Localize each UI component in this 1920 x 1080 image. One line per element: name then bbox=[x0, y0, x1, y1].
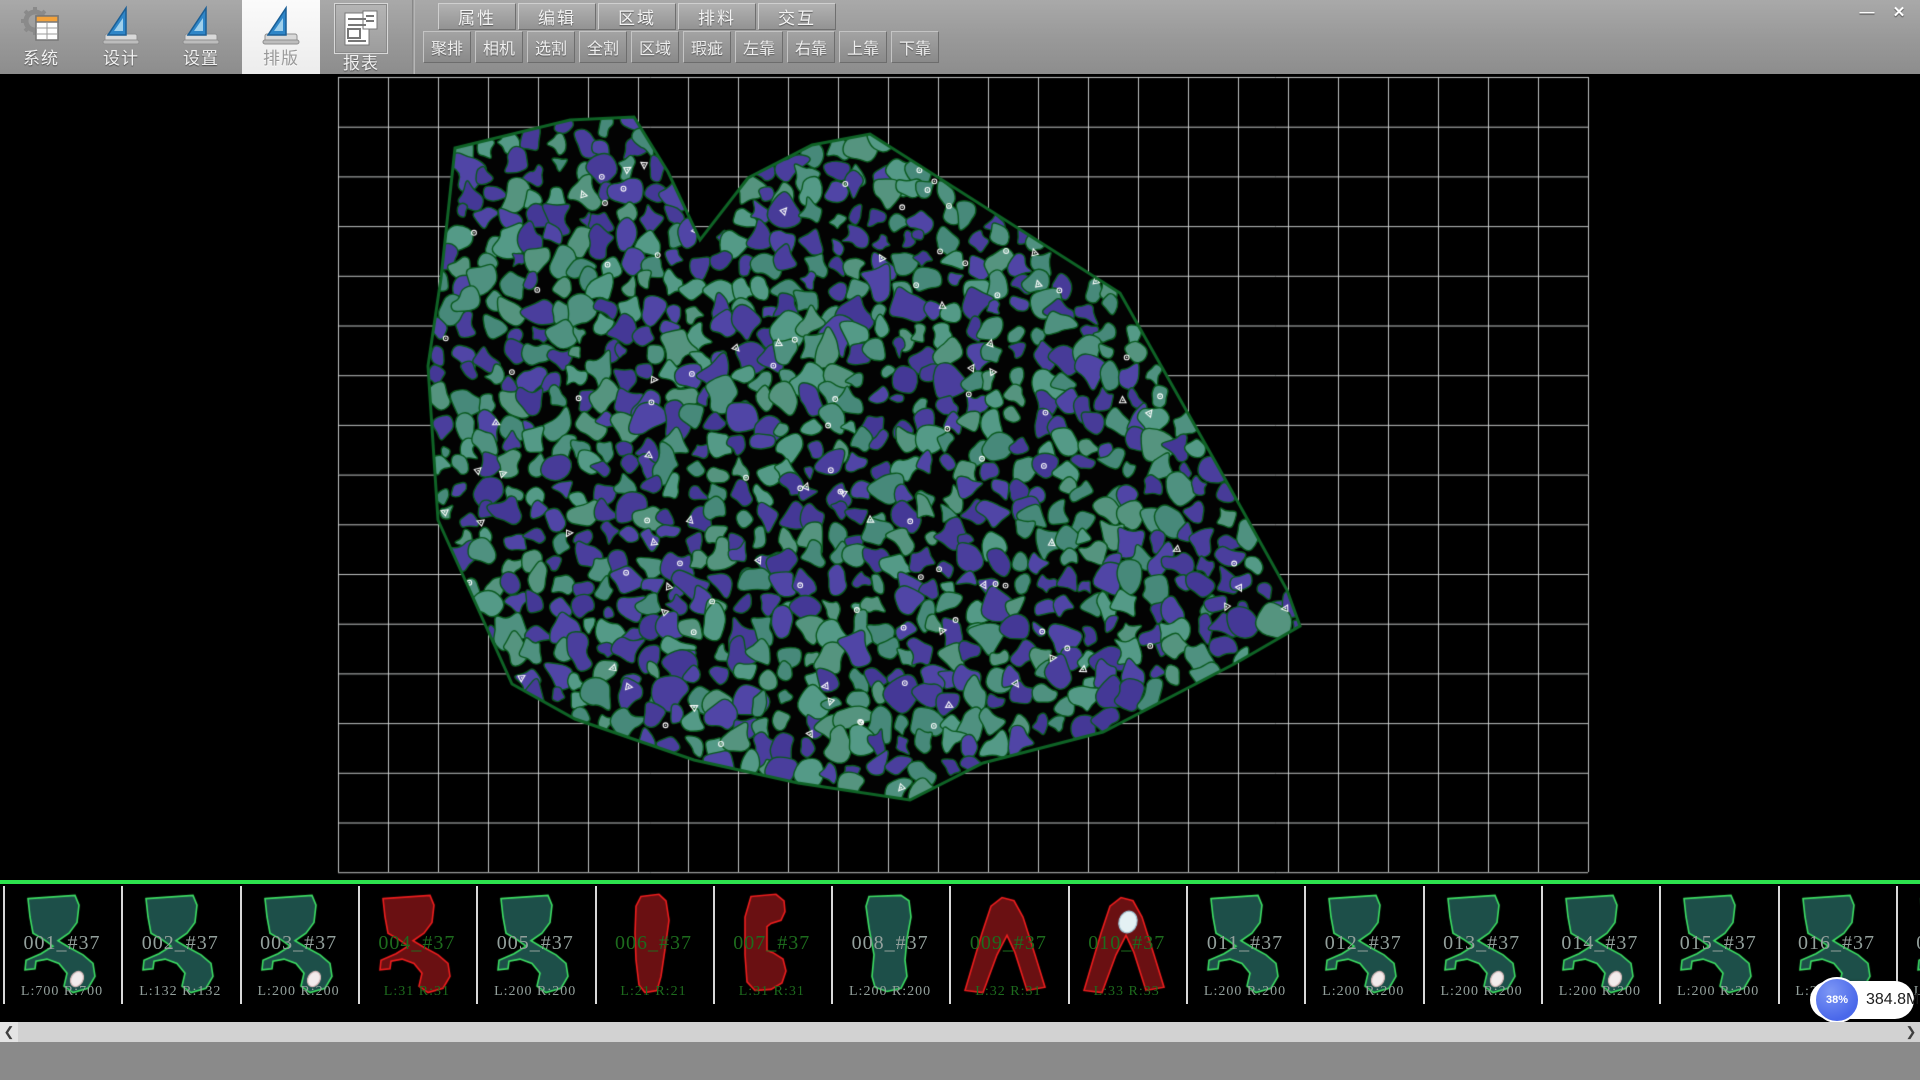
piece-lr-count-label: L:200 R:200 bbox=[1661, 984, 1775, 1000]
piece-id-label: 003_#37 bbox=[242, 932, 356, 955]
tool-button-1[interactable]: 聚排 bbox=[423, 31, 471, 63]
piece-id-label: 004_#37 bbox=[360, 932, 474, 955]
piece-lr-count-label: L:200 R:200 bbox=[1188, 984, 1302, 1000]
tab-label: 系统 bbox=[23, 49, 59, 69]
menu-button-1[interactable]: 属性 bbox=[438, 3, 516, 30]
piece-thumbnail-7[interactable]: 007_#37 L:31 R:31 bbox=[713, 886, 829, 1004]
piece-thumbnail-15[interactable]: 015_#37 L:200 R:200 bbox=[1659, 886, 1775, 1004]
piece-id-label: 005_#37 bbox=[478, 932, 592, 955]
tool-button-9[interactable]: 上靠 bbox=[839, 31, 887, 63]
tool-button-6[interactable]: 瑕疵 bbox=[683, 31, 731, 63]
horizontal-scrollbar[interactable]: ❮ ❯ bbox=[0, 1022, 1920, 1042]
piece-thumbnail-11[interactable]: 011_#37 L:200 R:200 bbox=[1186, 886, 1302, 1004]
piece-thumbnail-12[interactable]: 012_#37 L:200 R:200 bbox=[1304, 886, 1420, 1004]
menu-button-4[interactable]: 排料 bbox=[678, 3, 756, 30]
window-controls: — ✕ bbox=[1854, 2, 1912, 22]
nesting-workspace-canvas[interactable] bbox=[0, 74, 1920, 880]
progress-circle: 38% bbox=[1814, 977, 1860, 1023]
piece-lr-count-label: L:132 R:132 bbox=[123, 984, 237, 1000]
tool-button-10[interactable]: 下靠 bbox=[891, 31, 939, 63]
piece-id-label: 015_#37 bbox=[1661, 932, 1775, 955]
piece-id-label: 002_#37 bbox=[123, 932, 237, 955]
piece-thumbnail-1[interactable]: 001_#37 L:700 R:700 bbox=[3, 886, 119, 1004]
piece-lr-count-label: L:200 R:200 bbox=[242, 984, 356, 1000]
piece-id-label: 009_#37 bbox=[951, 932, 1065, 955]
report-document-icon bbox=[334, 3, 388, 54]
app-window: 系统设计设置排版报表 属性编辑区域排料交互 聚排相机选割全割区域瑕疵左靠右靠上靠… bbox=[0, 0, 1920, 1080]
piece-thumbnail-4[interactable]: 004_#37 L:31 R:31 bbox=[358, 886, 474, 1004]
tab-1[interactable]: 系统 bbox=[2, 0, 80, 74]
tool-button-4[interactable]: 全割 bbox=[579, 31, 627, 63]
piece-thumbnail-2[interactable]: 002_#37 L:132 R:132 bbox=[121, 886, 237, 1004]
settings-setsquare-icon bbox=[178, 3, 224, 49]
tool-button-7[interactable]: 左靠 bbox=[735, 31, 783, 63]
tab-label: 设置 bbox=[183, 49, 219, 69]
piece-lr-count-label: L:200 R:200 bbox=[1306, 984, 1420, 1000]
memory-usage-badge[interactable]: 38% 384.8M bbox=[1810, 981, 1914, 1019]
tab-2[interactable]: 设计 bbox=[82, 0, 160, 74]
scroll-left-icon[interactable]: ❮ bbox=[0, 1022, 18, 1042]
header-divider bbox=[412, 0, 415, 74]
piece-lr-count-label: L:33 R:33 bbox=[1070, 984, 1184, 1000]
scroll-right-icon[interactable]: ❯ bbox=[1902, 1022, 1920, 1042]
menu-button-5[interactable]: 交互 bbox=[758, 3, 836, 30]
piece-thumbnail-9[interactable]: 009_#37 L:32 R:31 bbox=[949, 886, 1065, 1004]
piece-lr-count-label: L:31 R:31 bbox=[360, 984, 474, 1000]
piece-thumbnail-10[interactable]: 010_#37 L:33 R:33 bbox=[1068, 886, 1184, 1004]
tab-label: 排版 bbox=[263, 49, 299, 69]
tab-label: 报表 bbox=[343, 54, 379, 74]
memory-value: 384.8M bbox=[1866, 981, 1919, 1019]
tool-button-2[interactable]: 相机 bbox=[475, 31, 523, 63]
piece-lr-count-label: L:700 R:700 bbox=[5, 984, 119, 1000]
piece-thumbnail-8[interactable]: 008_#37 L:200 R:200 bbox=[831, 886, 947, 1004]
minimize-button[interactable]: — bbox=[1854, 2, 1880, 22]
piece-lr-count-label: L:31 R:31 bbox=[715, 984, 829, 1000]
nesting-setsquare-icon bbox=[258, 3, 304, 49]
piece-id-label: 006_#37 bbox=[597, 932, 711, 955]
ribbon-header: 系统设计设置排版报表 属性编辑区域排料交互 聚排相机选割全割区域瑕疵左靠右靠上靠… bbox=[0, 0, 1920, 75]
piece-thumbnail-3[interactable]: 003_#37 L:200 R:200 bbox=[240, 886, 356, 1004]
piece-lr-count-label: L:200 R:200 bbox=[1425, 984, 1539, 1000]
piece-thumbnail-6[interactable]: 006_#37 L:21 R:21 bbox=[595, 886, 711, 1004]
tool-row: 聚排相机选割全割区域瑕疵左靠右靠上靠下靠 bbox=[423, 31, 943, 61]
piece-id-label: 007_#37 bbox=[715, 932, 829, 955]
piece-id-label: 008_#37 bbox=[833, 932, 947, 955]
system-gear-icon bbox=[18, 3, 64, 49]
window-bottom-bar bbox=[0, 1042, 1920, 1080]
menu-button-2[interactable]: 编辑 bbox=[518, 3, 596, 30]
tab-5[interactable]: 报表 bbox=[322, 0, 400, 74]
piece-id-label: 001_#37 bbox=[5, 932, 119, 955]
piece-id-label: 014_#37 bbox=[1543, 932, 1657, 955]
piece-lr-count-label: L:200 R:200 bbox=[1543, 984, 1657, 1000]
piece-lr-count-label: L:21 R:21 bbox=[597, 984, 711, 1000]
piece-id-label: 010_#37 bbox=[1070, 932, 1184, 955]
close-button[interactable]: ✕ bbox=[1886, 2, 1912, 22]
piece-thumbnail-14[interactable]: 014_#37 L:200 R:200 bbox=[1541, 886, 1657, 1004]
tab-label: 设计 bbox=[103, 49, 139, 69]
tab-3[interactable]: 设置 bbox=[162, 0, 240, 74]
piece-lr-count-label: L:200 R:200 bbox=[478, 984, 592, 1000]
piece-id-label: 012_#37 bbox=[1306, 932, 1420, 955]
tool-button-3[interactable]: 选割 bbox=[527, 31, 575, 63]
menu-button-3[interactable]: 区域 bbox=[598, 3, 676, 30]
piece-thumbnail-5[interactable]: 005_#37 L:200 R:200 bbox=[476, 886, 592, 1004]
piece-id-label: 013_#37 bbox=[1425, 932, 1539, 955]
tab-4[interactable]: 排版 bbox=[242, 0, 320, 74]
piece-lr-count-label: L:200 R:200 bbox=[833, 984, 947, 1000]
menu-row: 属性编辑区域排料交互 bbox=[438, 3, 838, 28]
tool-button-8[interactable]: 右靠 bbox=[787, 31, 835, 63]
piece-id-label: 011_#37 bbox=[1188, 932, 1302, 955]
piece-id-label: 016_#37 bbox=[1780, 932, 1894, 955]
piece-thumbnail-strip: 001_#37L:700 R:700002_#37L:132 R:132003_… bbox=[0, 880, 1920, 1006]
progress-percent: 38% bbox=[1826, 994, 1848, 1006]
piece-id-label: 017_#37 bbox=[1898, 932, 1920, 955]
design-setsquare-icon bbox=[98, 3, 144, 49]
tool-button-5[interactable]: 区域 bbox=[631, 31, 679, 63]
piece-thumbnail-13[interactable]: 013_#37 L:200 R:200 bbox=[1423, 886, 1539, 1004]
piece-lr-count-label: L:32 R:31 bbox=[951, 984, 1065, 1000]
